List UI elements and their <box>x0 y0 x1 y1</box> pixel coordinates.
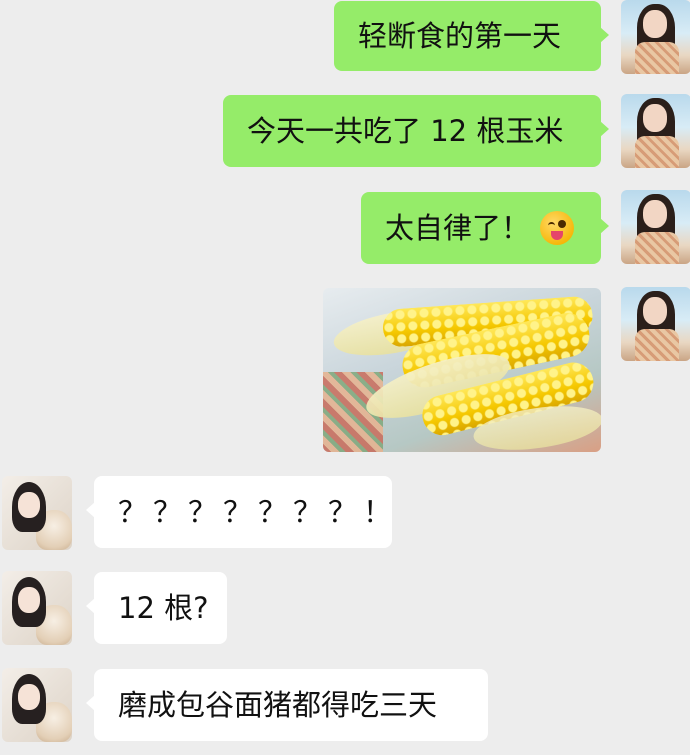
message-bubble-received[interactable]: 磨成包谷面猪都得吃三天 <box>86 669 488 741</box>
contact-avatar[interactable] <box>2 668 72 742</box>
message-text: 磨成包谷面猪都得吃三天 <box>118 687 438 722</box>
message-bubble-sent[interactable]: 太自律了！ <box>361 192 609 264</box>
message-bubble-received[interactable]: 12 根? <box>86 572 227 644</box>
winking-tongue-emoji-icon <box>540 211 575 245</box>
message-bubble-sent[interactable]: 今天一共吃了 12 根玉米 <box>223 95 609 167</box>
my-avatar[interactable] <box>621 287 690 361</box>
message-text: ？？？？？？？！ <box>118 494 399 529</box>
my-avatar[interactable] <box>621 190 690 264</box>
message-bubble-sent[interactable]: 轻断食的第一天 <box>334 1 609 71</box>
contact-avatar[interactable] <box>2 571 72 645</box>
contact-avatar[interactable] <box>2 476 72 550</box>
message-text: 12 根? <box>118 590 209 625</box>
my-avatar[interactable] <box>621 0 690 74</box>
corn-photo-message[interactable] <box>323 288 601 452</box>
message-text: 轻断食的第一天 <box>358 18 562 53</box>
message-text: 今天一共吃了 12 根玉米 <box>247 113 564 148</box>
chat-conversation: 轻断食的第一天 今天一共吃了 12 根玉米 太自律了！ ？？？？？？？！ 12 <box>0 0 690 755</box>
message-text: 太自律了！ <box>385 210 531 245</box>
message-bubble-received[interactable]: ？？？？？？？！ <box>86 476 392 548</box>
my-avatar[interactable] <box>621 94 690 168</box>
